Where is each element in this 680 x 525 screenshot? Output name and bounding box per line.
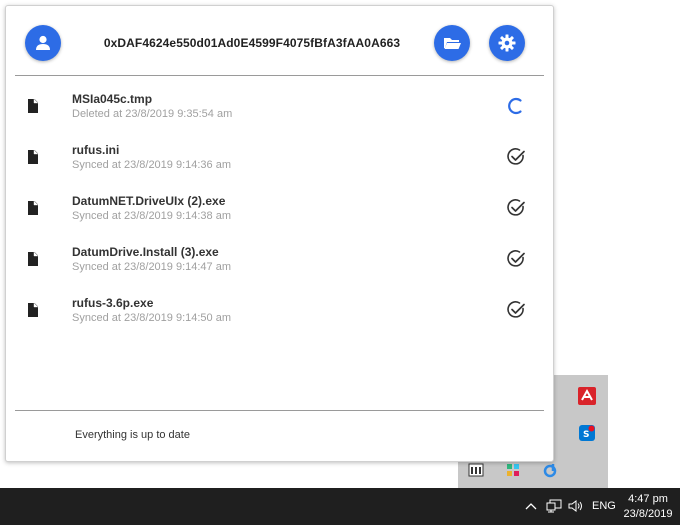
slack-icon[interactable]	[504, 461, 522, 479]
file-status: Deleted at 23/8/2019 9:35:54 am	[72, 108, 233, 120]
avira-icon[interactable]	[578, 387, 596, 405]
synced-check-icon	[507, 250, 525, 267]
svg-text:S: S	[583, 430, 589, 440]
file-row[interactable]: DatumDrive.Install (3).exe Synced at 23/…	[6, 239, 553, 290]
file-icon	[28, 201, 38, 215]
file-icon	[28, 303, 38, 317]
file-name: rufus-3.6p.exe	[72, 296, 154, 310]
datum-drive-tray-icon[interactable]	[541, 461, 559, 479]
wallet-address: 0xDAF4624e550d01Ad0E4599F4075fBfA3fAA0A6…	[103, 36, 401, 50]
synced-check-icon	[507, 199, 525, 216]
sync-status-panel: 0xDAF4624e550d01Ad0E4599F4075fBfA3fAA0A6…	[5, 5, 554, 462]
synced-check-icon	[507, 301, 525, 318]
file-icon	[28, 150, 38, 164]
file-row[interactable]: DatumNET.DriveUIx (2).exe Synced at 23/8…	[6, 188, 553, 239]
file-status: Synced at 23/8/2019 9:14:50 am	[72, 312, 232, 324]
user-icon	[36, 35, 50, 50]
resource-monitor-icon[interactable]	[467, 461, 485, 479]
file-list: MSIa045c.tmp Deleted at 23/8/2019 9:35:5…	[6, 86, 553, 341]
chevron-up-icon[interactable]	[524, 498, 538, 514]
volume-icon[interactable]	[567, 498, 585, 514]
clock[interactable]: 4:47 pm 23/8/2019	[620, 492, 676, 522]
panel-header: 0xDAF4624e550d01Ad0E4599F4075fBfA3fAA0A6…	[6, 6, 553, 76]
account-button[interactable]	[25, 25, 61, 61]
file-name: DatumDrive.Install (3).exe	[72, 245, 219, 259]
file-row[interactable]: rufus.ini Synced at 23/8/2019 9:14:36 am	[6, 137, 553, 188]
language-indicator[interactable]: ENG	[592, 500, 616, 512]
footer-divider	[15, 410, 544, 411]
file-icon	[28, 252, 38, 266]
file-row[interactable]: rufus-3.6p.exe Synced at 23/8/2019 9:14:…	[6, 290, 553, 341]
file-status: Synced at 23/8/2019 9:14:36 am	[72, 159, 232, 171]
file-status: Synced at 23/8/2019 9:14:38 am	[72, 210, 232, 222]
taskbar: ENG 4:47 pm 23/8/2019	[0, 488, 680, 525]
network-icon[interactable]	[545, 498, 563, 514]
file-name: DatumNET.DriveUIx (2).exe	[72, 194, 226, 208]
synced-check-icon	[507, 148, 525, 165]
file-icon	[28, 99, 38, 113]
file-status: Synced at 23/8/2019 9:14:47 am	[72, 261, 232, 273]
gear-icon	[498, 34, 516, 52]
clock-date: 23/8/2019	[623, 508, 673, 520]
header-divider	[15, 75, 544, 76]
file-row[interactable]: MSIa045c.tmp Deleted at 23/8/2019 9:35:5…	[6, 86, 553, 137]
file-name: rufus.ini	[72, 143, 120, 157]
file-name: MSIa045c.tmp	[72, 92, 153, 106]
open-folder-button[interactable]	[434, 25, 470, 61]
folder-open-icon	[444, 38, 461, 49]
settings-button[interactable]	[489, 25, 525, 61]
sync-summary: Everything is up to date	[75, 429, 190, 441]
clock-time: 4:47 pm	[628, 493, 668, 505]
sync-spinner-icon	[508, 97, 522, 115]
skype-icon[interactable]: S	[578, 424, 596, 442]
